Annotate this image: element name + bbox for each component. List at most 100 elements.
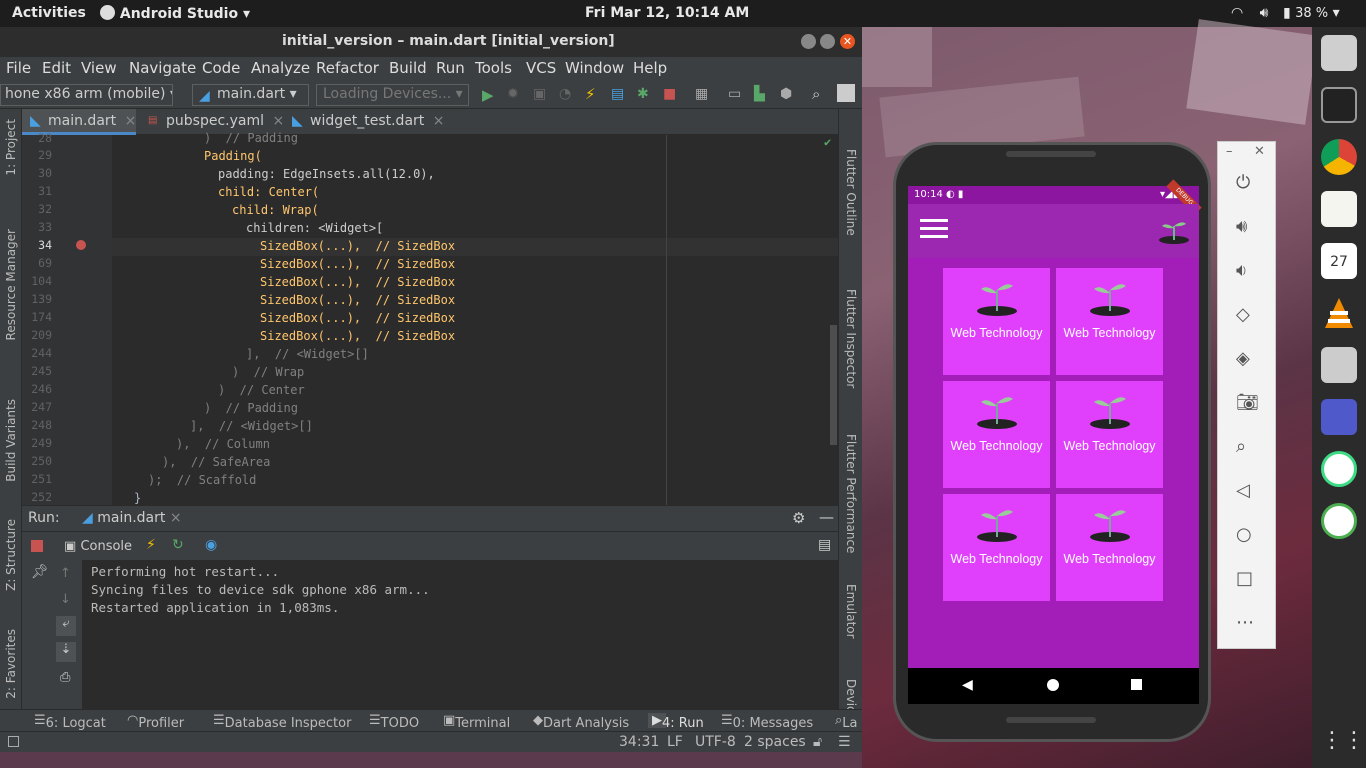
hamburger-menu-icon[interactable]: [920, 219, 948, 241]
messages-tool-button[interactable]: ☰ 0: Messages: [721, 713, 813, 731]
sync-project-icon[interactable]: ▦: [695, 86, 708, 102]
gear-icon[interactable]: ⚙: [792, 509, 805, 527]
rotate-right-icon[interactable]: ◈: [1236, 348, 1258, 370]
menu-edit[interactable]: Edit: [42, 59, 71, 77]
editor-scrollbar[interactable]: [830, 325, 837, 445]
search-icon[interactable]: ⌕: [812, 85, 820, 103]
more-icon[interactable]: ⋯: [1236, 612, 1258, 634]
android-studio-dock-icon[interactable]: [1321, 451, 1357, 487]
profile-icon[interactable]: ◔: [559, 86, 571, 102]
console-output[interactable]: Performing hot restart... Syncing files …: [82, 560, 838, 710]
flutter-outline-tool-tab[interactable]: Flutter Outline: [844, 149, 858, 236]
apply-changes-icon[interactable]: ▤: [611, 86, 624, 102]
hot-restart-icon[interactable]: ↻: [172, 537, 184, 553]
recents-icon[interactable]: [1131, 679, 1142, 690]
menu-navigate[interactable]: Navigate: [129, 59, 196, 77]
debug-icon[interactable]: ✹: [507, 86, 519, 102]
terminal-tool-button[interactable]: ▣ Terminal: [443, 713, 510, 731]
calendar-icon[interactable]: 27: [1321, 243, 1357, 279]
resource-manager-tool-tab[interactable]: Resource Manager: [4, 229, 18, 340]
terminal-icon[interactable]: [1321, 87, 1357, 123]
menu-tools[interactable]: Tools: [475, 59, 512, 77]
soft-wrap-icon[interactable]: ⤶: [56, 616, 76, 636]
indent-setting[interactable]: 2 spaces: [744, 734, 806, 750]
print-icon[interactable]: ⎙: [60, 670, 70, 685]
target-device-dropdown[interactable]: Loading Devices... ▾: [316, 84, 469, 106]
devtools-icon[interactable]: ◉: [205, 537, 217, 553]
camera-app-icon[interactable]: [1321, 347, 1357, 383]
structure-tool-tab[interactable]: Z: Structure: [4, 519, 18, 591]
breakpoint-icon[interactable]: [76, 240, 86, 250]
device-selector[interactable]: hone x86 arm (mobile) ▾: [0, 84, 173, 106]
profiler-tool-button[interactable]: ◠ Profiler: [127, 713, 184, 731]
home-icon[interactable]: [1047, 679, 1059, 691]
activities-button[interactable]: Activities: [12, 5, 86, 21]
close-tab-icon[interactable]: ×: [170, 510, 182, 526]
web-technology-card[interactable]: Web Technology: [943, 381, 1050, 488]
vlc-icon[interactable]: [1321, 295, 1357, 331]
back-icon[interactable]: ◀: [962, 677, 973, 693]
close-tab-icon[interactable]: ×: [433, 113, 445, 129]
arrow-up-icon[interactable]: ↑: [60, 566, 71, 581]
show-apps-icon[interactable]: ⋮⋮⋮: [1321, 723, 1366, 759]
app-icon[interactable]: [1321, 503, 1357, 539]
run-tool-button[interactable]: ▶ 4: Run: [648, 713, 704, 731]
clock[interactable]: Fri Mar 12, 10:14 AM: [585, 5, 749, 21]
build-variants-tool-tab[interactable]: Build Variants: [4, 399, 18, 482]
console-tab[interactable]: ▣ Console: [64, 539, 132, 554]
menu-build[interactable]: Build: [389, 59, 427, 77]
web-technology-card[interactable]: Web Technology: [943, 268, 1050, 375]
menu-vcs[interactable]: VCS: [526, 59, 556, 77]
sdk-manager-icon[interactable]: ⬢: [780, 86, 792, 102]
web-technology-card[interactable]: Web Technology: [1056, 381, 1163, 488]
attach-debugger-icon[interactable]: ✱: [637, 86, 649, 102]
menu-code[interactable]: Code: [202, 59, 240, 77]
file-encoding[interactable]: UTF-8: [695, 734, 736, 750]
web-technology-card[interactable]: Web Technology: [1056, 268, 1163, 375]
tab-widget-test-dart[interactable]: ◣ widget_test.dart ×: [284, 109, 444, 135]
code-editor[interactable]: ) // Padding Padding( padding: EdgeInset…: [112, 131, 838, 505]
arrow-down-icon[interactable]: ↓: [60, 592, 71, 607]
layout-inspector-tool-button[interactable]: ⌕ La: [835, 713, 858, 731]
toggle-tool-windows-icon[interactable]: [8, 736, 19, 747]
flutter-performance-tool-tab[interactable]: Flutter Performance: [844, 434, 858, 553]
run-config-selector[interactable]: ◢ main.dart ▾: [192, 84, 309, 106]
account-icon[interactable]: [837, 84, 855, 102]
hot-reload-icon[interactable]: ⚡: [585, 85, 596, 103]
dart-analysis-tool-button[interactable]: ◆ Dart Analysis: [533, 713, 629, 731]
stop-icon[interactable]: [31, 540, 43, 552]
overview-icon[interactable]: □: [1236, 568, 1258, 590]
menu-analyze[interactable]: Analyze: [251, 59, 310, 77]
layout-icon[interactable]: ▤: [818, 537, 831, 553]
power-icon[interactable]: ⏻: [1236, 172, 1258, 194]
minimize-emulator-icon[interactable]: –: [1226, 144, 1233, 159]
project-tool-tab[interactable]: 1: Project: [4, 119, 18, 176]
hide-panel-icon[interactable]: —: [819, 508, 834, 526]
text-editor-icon[interactable]: [1321, 191, 1357, 227]
hot-reload-icon[interactable]: ⚡: [146, 537, 156, 553]
menu-view[interactable]: View: [81, 59, 117, 77]
menu-window[interactable]: Window: [565, 59, 624, 77]
avd-manager-icon[interactable]: ▭: [728, 86, 741, 102]
scroll-to-end-icon[interactable]: ⇣: [56, 642, 76, 662]
web-technology-card[interactable]: Web Technology: [943, 494, 1050, 601]
run-config-tab[interactable]: ◢ main.dart ×: [82, 510, 182, 526]
favorites-tool-tab[interactable]: 2: Favorites: [4, 629, 18, 699]
event-log-icon[interactable]: ☰: [838, 734, 851, 750]
run-icon[interactable]: ▶: [482, 86, 494, 104]
app-menu[interactable]: Android Studio ▾: [100, 5, 250, 22]
home-icon[interactable]: ○: [1236, 524, 1258, 546]
menu-help[interactable]: Help: [633, 59, 667, 77]
menu-file[interactable]: File: [6, 59, 31, 77]
back-icon[interactable]: ◁: [1236, 480, 1258, 502]
lock-icon[interactable]: 🔓︎: [813, 734, 822, 750]
teams-icon[interactable]: [1321, 399, 1357, 435]
volume-up-icon[interactable]: 🔊︎: [1236, 216, 1258, 238]
maximize-button[interactable]: [820, 34, 835, 49]
close-tab-icon[interactable]: ×: [125, 113, 137, 129]
flutter-inspector-tool-tab[interactable]: Flutter Inspector: [844, 289, 858, 388]
emulator-tool-tab[interactable]: Emulator: [844, 584, 858, 639]
volume-down-icon[interactable]: 🔉︎: [1236, 260, 1258, 282]
close-emulator-icon[interactable]: ✕: [1254, 144, 1265, 159]
logcat-tool-button[interactable]: ☰ 6: Logcat: [34, 713, 106, 731]
